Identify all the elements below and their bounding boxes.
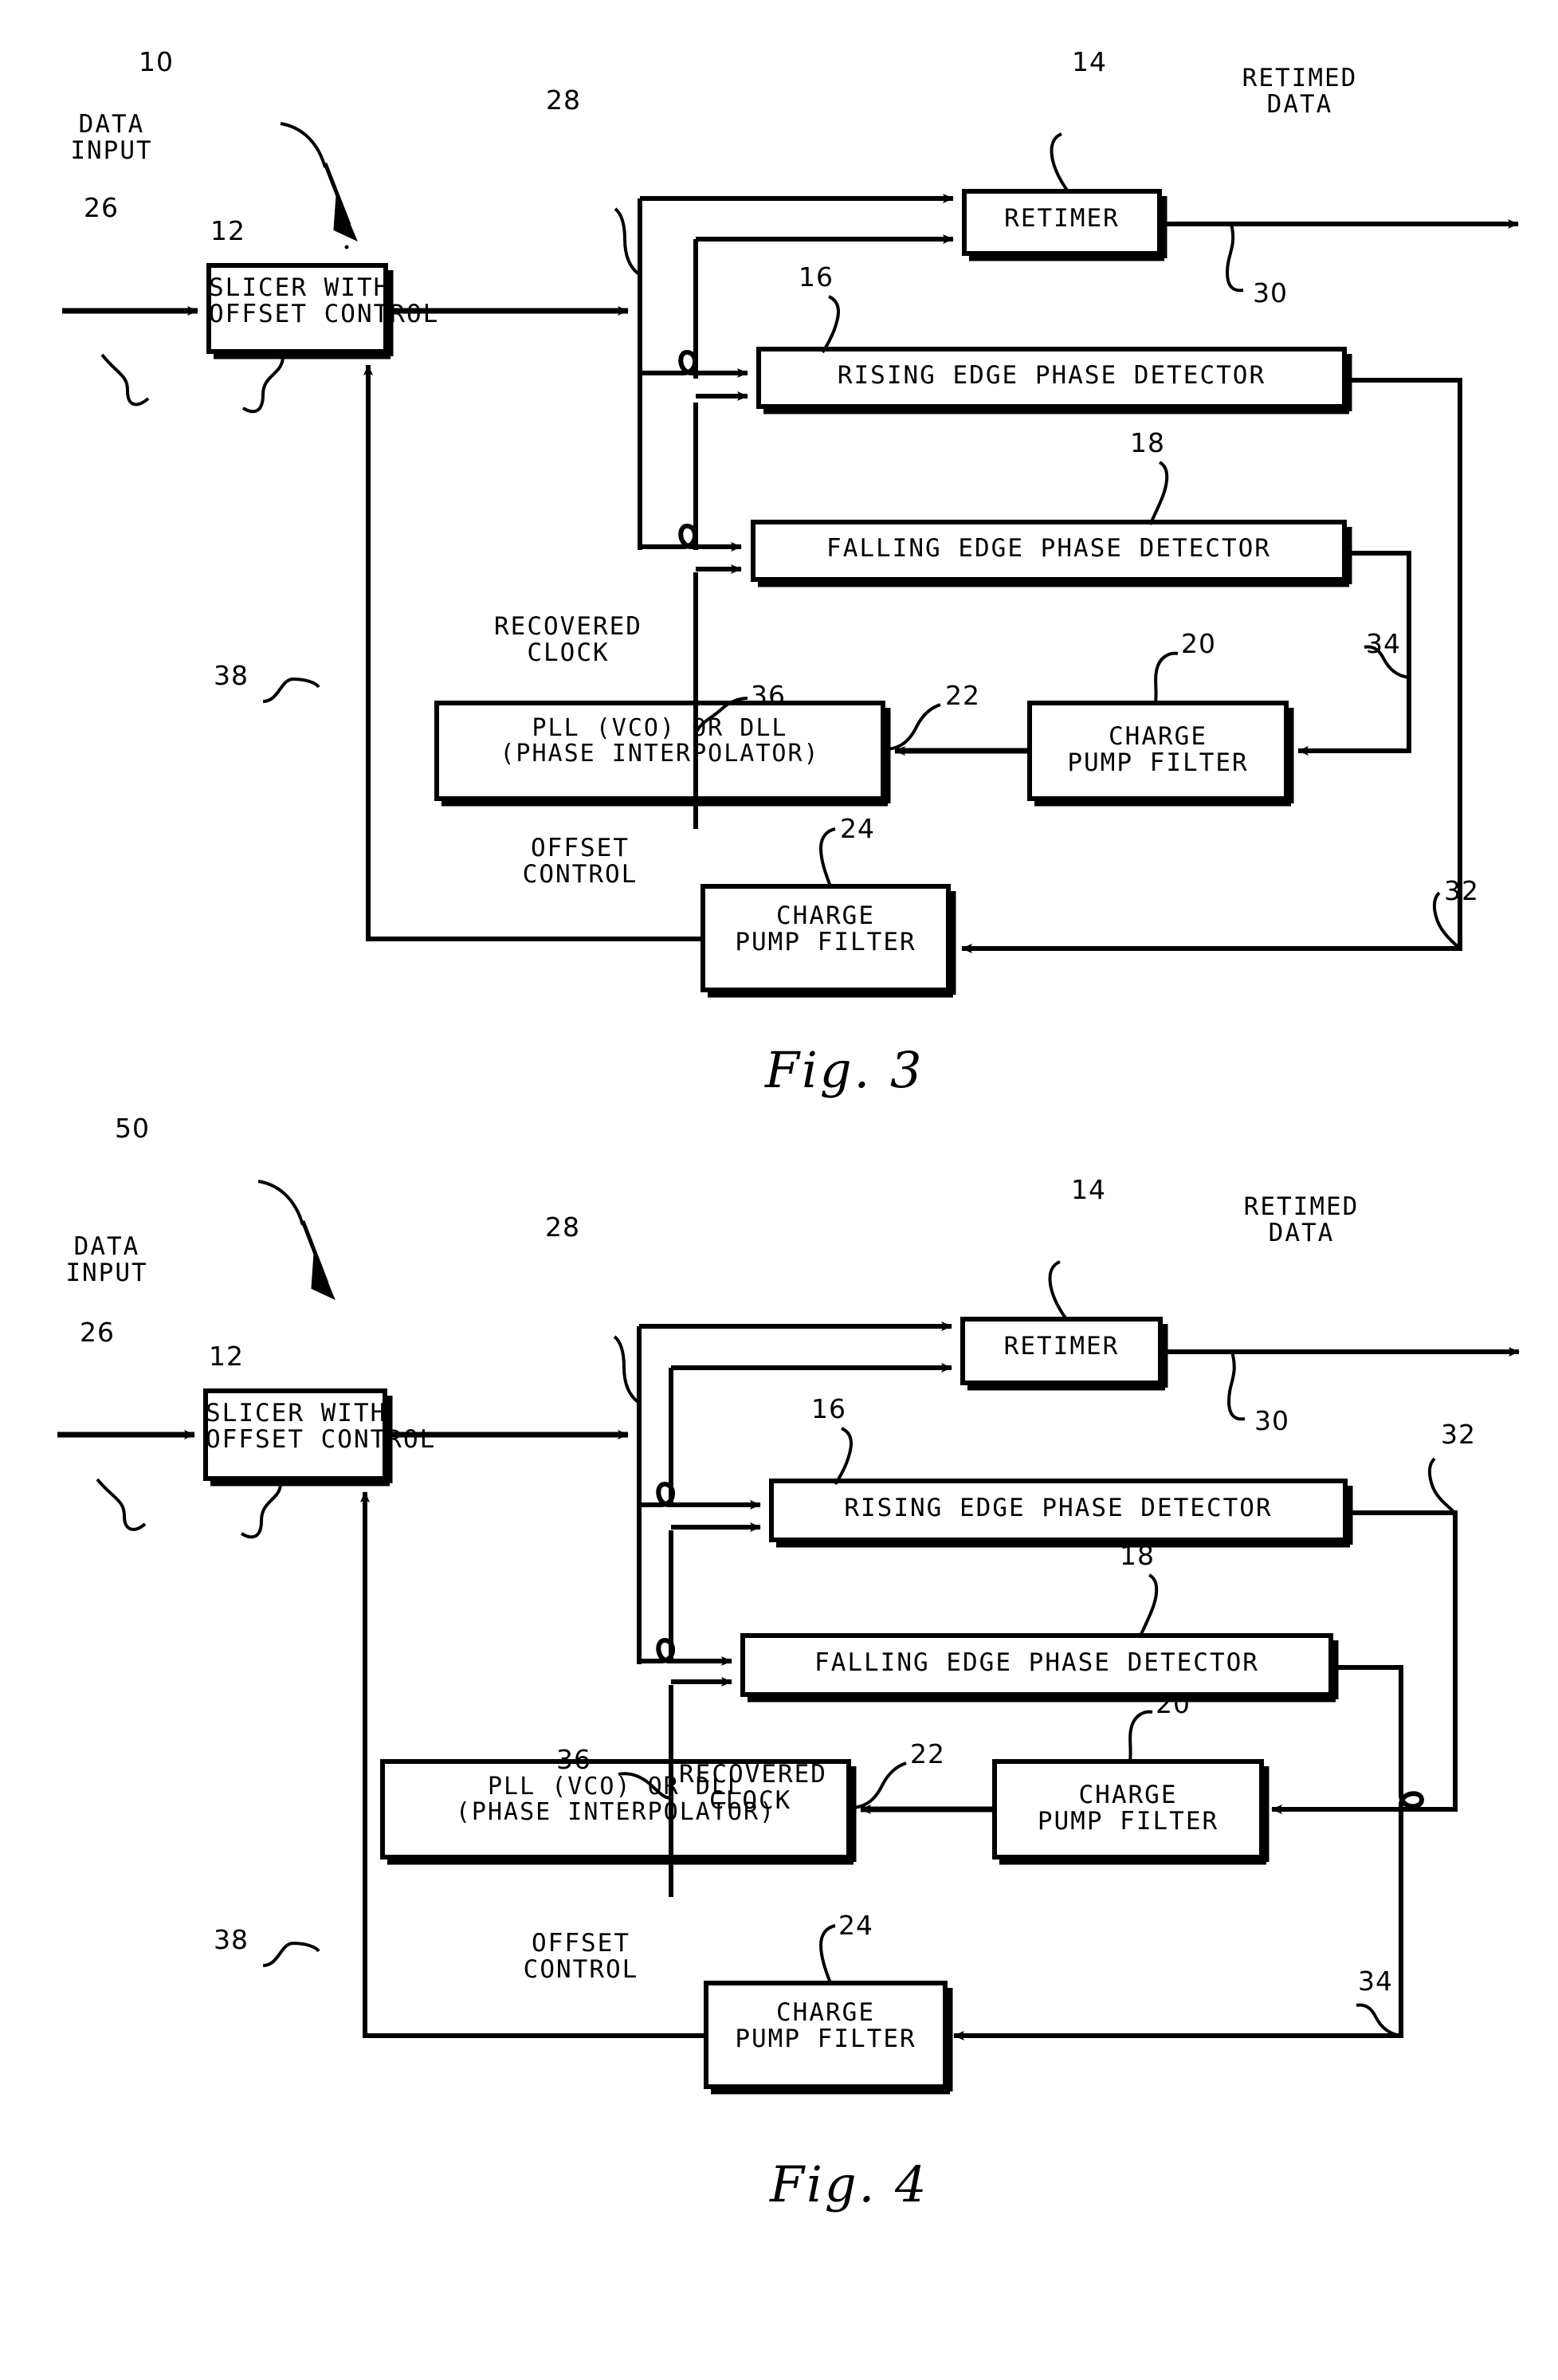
fig3-pll-line1: PLL (VCO) OR DLL [532,714,788,742]
fig4-falling-edge-block: FALLING EDGE PHASE DETECTOR [814,1648,1259,1677]
fig4-charge-pump-offset-block: CHARGE PUMP FILTER [706,1998,945,2054]
fig3-ref-16: 16 [799,261,834,293]
figure-3-diagram [62,122,1519,998]
fig4-ref-16: 16 [811,1393,846,1424]
fig3-ref-14: 14 [1072,46,1107,77]
fig3-ref-18: 18 [1130,427,1165,458]
fig3-ref-24: 24 [840,813,875,844]
fig4-ref-30: 30 [1254,1405,1289,1436]
fig4-ref-22: 22 [910,1738,945,1769]
fig3-pll-block: PLL (VCO) OR DLL (PHASE INTERPOLATOR) [437,714,883,768]
fig4-ref-24: 24 [838,1910,873,1941]
fig4-data-input-label: DATA INPUT [43,1232,171,1288]
fig3-ref-20: 20 [1181,628,1216,659]
fig3-ref-28: 28 [546,84,581,116]
fig4-slicer-line2: OFFSET CONTROL [206,1425,437,1455]
fig3-offset-line2: CONTROL [522,860,638,890]
fig3-ref-12: 12 [210,215,245,246]
fig3-ref-32: 32 [1444,875,1479,906]
fig4-offset-line1: OFFSET [532,1929,630,1958]
fig3-charge-pump-clock-block: CHARGE PUMP FILTER [1030,722,1286,778]
fig4-ref-12: 12 [209,1341,244,1372]
fig4-ref-38: 38 [214,1924,249,1955]
fig4-retimed-line1: RETIMED [1243,1192,1360,1221]
fig4-caption: Fig. 4 [770,2155,929,2213]
fig4-cp24-line2: PUMP FILTER [735,2025,916,2054]
fig3-ref-26: 26 [84,192,119,223]
fig3-slicer-line2: OFFSET CONTROL [209,300,440,329]
fig3-ref-36: 36 [751,680,786,711]
fig3-recovered-clock-label: RECOVERED CLOCK [453,612,684,668]
figure-4: 50 DATA INPUT 26 SLICER WITH OFFSET CONTRO… [0,1114,1558,2380]
figure-3: 10 DATA INPUT 26 SLICER WITH OFFSET CONTRO… [0,0,1558,1180]
fig3-cp24-line1: CHARGE [776,901,875,930]
fig4-pll-line1: PLL (VCO) OR DLL [488,1773,744,1801]
fig4-retimer-block: RETIMER [1003,1332,1120,1361]
fig3-data-input-line1: DATA [78,110,145,139]
fig3-cp20-line2: PUMP FILTER [1067,748,1249,778]
fig3-caption: Fig. 3 [765,1041,924,1099]
fig3-ref-22: 22 [945,680,980,711]
fig4-offset-line2: CONTROL [523,1955,639,1985]
fig3-offset-line1: OFFSET [531,834,630,862]
fig4-rising-edge-block: RISING EDGE PHASE DETECTOR [844,1494,1273,1522]
fig4-charge-pump-clock-block: CHARGE PUMP FILTER [995,1781,1262,1836]
fig3-system-ref: 10 [139,46,174,77]
fig4-cp20-line1: CHARGE [1078,1781,1178,1809]
fig4-ref-34: 34 [1358,1966,1393,1997]
fig3-retimed-line1: RETIMED [1242,64,1358,92]
fig3-recovered-clock-line2: CLOCK [527,638,610,668]
fig4-cp20-line2: PUMP FILTER [1037,1807,1219,1836]
fig4-ref-26: 26 [80,1317,115,1348]
fig3-offset-control-label: OFFSET CONTROL [477,835,684,889]
fig4-cp24-line1: CHARGE [776,1998,875,2027]
fig4-system-ref: 50 [115,1113,150,1144]
fig4-ref-20: 20 [1156,1688,1191,1719]
fig3-cp24-line2: PUMP FILTER [735,928,916,957]
fig4-slicer-line1: SLICER WITH [206,1399,387,1428]
fig3-retimed-data-label: RETIMED DATA [1208,65,1391,119]
fig4-ref-28: 28 [545,1212,580,1243]
fig4-retimed-line2: DATA [1268,1219,1335,1248]
fig4-ref-18: 18 [1120,1540,1155,1571]
fig3-recovered-clock-line1: RECOVERED [494,612,642,641]
fig4-offset-control-label: OFFSET CONTROL [481,1930,681,1984]
fig3-falling-edge-block: FALLING EDGE PHASE DETECTOR [826,534,1271,563]
fig3-ref-30: 30 [1253,277,1288,308]
fig4-pll-line2: (PHASE INTERPOLATOR) [455,1798,776,1827]
fig3-data-input-line2: INPUT [70,136,153,166]
fig3-ref-38: 38 [214,660,249,691]
fig3-cp20-line1: CHARGE [1109,722,1207,751]
fig4-ref-36: 36 [556,1744,591,1775]
fig4-data-input-line2: INPUT [65,1259,148,1288]
fig4-pll-block: PLL (VCO) OR DLL (PHASE INTERPOLATOR) [383,1773,849,1827]
fig3-pll-line2: (PHASE INTERPOLATOR) [500,740,820,768]
fig3-rising-edge-block: RISING EDGE PHASE DETECTOR [837,361,1266,390]
fig3-slicer-line1: SLICER WITH [209,273,390,302]
fig4-ref-32: 32 [1441,1419,1476,1450]
fig3-retimed-line2: DATA [1266,90,1333,120]
fig3-ref-34: 34 [1366,628,1401,659]
fig3-charge-pump-offset-block: CHARGE PUMP FILTER [703,901,948,957]
fig4-data-input-line1: DATA [73,1232,140,1261]
fig4-ref-14: 14 [1071,1174,1106,1205]
fig3-slicer-block: SLICER WITH OFFSET CONTROL [209,274,438,328]
fig3-retimer-block: RETIMER [1004,204,1120,233]
fig4-slicer-block: SLICER WITH OFFSET CONTROL [206,1399,434,1454]
fig4-retimed-data-label: RETIMED DATA [1210,1192,1393,1248]
fig3-data-input-label: DATA INPUT [48,110,175,166]
